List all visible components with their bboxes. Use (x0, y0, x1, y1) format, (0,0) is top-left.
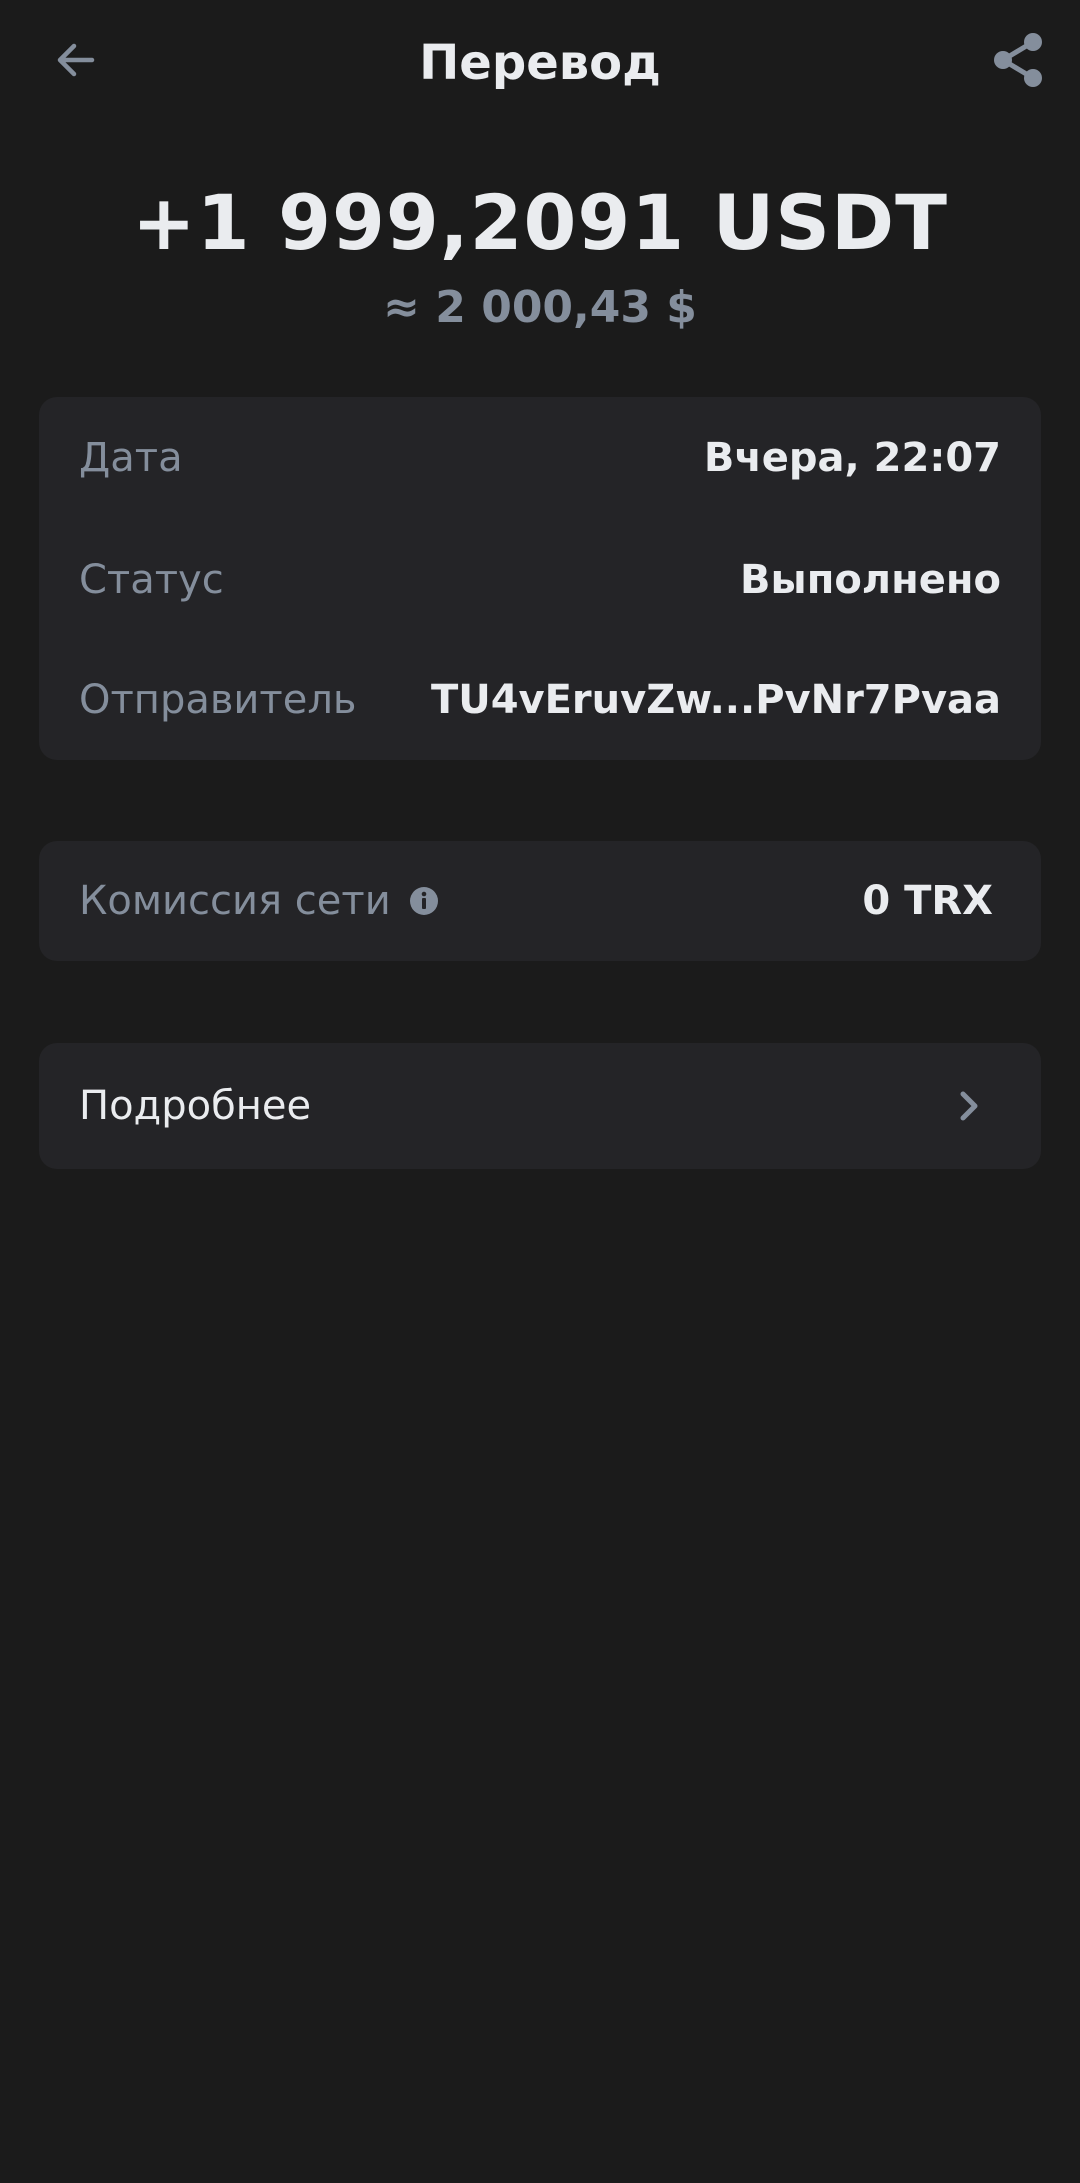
page-title: Перевод (419, 35, 661, 91)
network-fee-label-group: Комиссия сети (79, 878, 439, 924)
network-fee-label: Комиссия сети (79, 878, 391, 924)
more-details-row[interactable]: Подробнее (79, 1076, 989, 1136)
chevron-right-icon (949, 1086, 989, 1126)
more-details-label: Подробнее (79, 1083, 312, 1129)
sender-address[interactable]: TU4vEruvZw...PvNr7Pvaa (431, 677, 1001, 723)
date-label: Дата (79, 435, 183, 481)
share-icon (994, 33, 1042, 87)
details-card: Дата Вчера, 22:07 Статус Выполнено Отпра… (39, 397, 1041, 760)
status-row: Статус Выполнено (79, 550, 1001, 610)
sender-row[interactable]: Отправитель TU4vEruvZw...PvNr7Pvaa (79, 670, 1001, 730)
network-fee-card: Комиссия сети 0 TRX (39, 841, 1041, 961)
transaction-amount: +1 999,2091 USDT (132, 178, 948, 267)
date-row: Дата Вчера, 22:07 (79, 428, 1001, 488)
date-value: Вчера, 22:07 (703, 435, 1001, 481)
more-details-button[interactable]: Подробнее (39, 1043, 1041, 1169)
network-fee-row: Комиссия сети 0 TRX (79, 871, 993, 931)
fiat-equivalent: ≈ 2 000,43 $ (383, 282, 697, 333)
network-fee-value: 0 TRX (862, 878, 993, 924)
sender-label: Отправитель (79, 677, 357, 723)
status-label: Статус (79, 557, 224, 603)
status-value: Выполнено (740, 557, 1001, 603)
top-bar: Перевод (0, 0, 1080, 126)
share-button[interactable] (986, 28, 1050, 92)
info-icon[interactable] (409, 886, 439, 916)
